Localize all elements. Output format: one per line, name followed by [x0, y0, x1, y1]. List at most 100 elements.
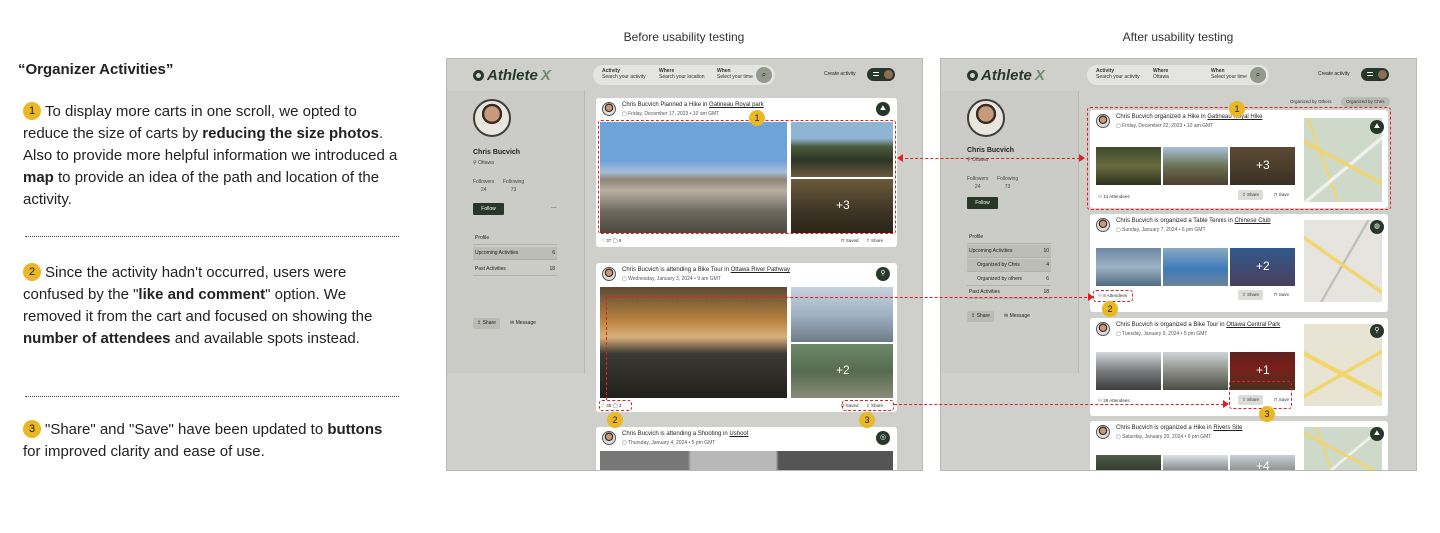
table-tennis-photo[interactable]: [1096, 248, 1161, 286]
connector-line: [894, 404, 1224, 405]
tab-organized-by-chris[interactable]: Organized by Chris: [1341, 97, 1390, 107]
sidebar-item-past[interactable]: Past Activities 18: [473, 263, 557, 276]
card-title: Chris Bucvich is organized a Table Tenni…: [1116, 218, 1271, 224]
bike-icon: ⚲: [876, 267, 890, 281]
divider: [25, 236, 399, 237]
bike-photo[interactable]: [1163, 352, 1228, 390]
follow-button[interactable]: Follow: [967, 197, 998, 209]
card-title: Chris Bucvich is organized a Hike in Riv…: [1116, 425, 1243, 431]
share-link[interactable]: ⇪ Share: [866, 238, 883, 244]
before-screen: Athlete X Activity Search your activity Wh…: [446, 58, 923, 471]
avatar: [1096, 425, 1110, 439]
target-icon: ◎: [876, 431, 890, 445]
search-icon[interactable]: ⌕: [1250, 67, 1266, 83]
river-photo[interactable]: [791, 287, 893, 342]
more-options-icon[interactable]: ...: [551, 203, 557, 210]
number-badge: 3: [23, 420, 41, 438]
create-activity-link[interactable]: Create activity: [824, 71, 856, 77]
message-button[interactable]: ✉ Message: [1000, 311, 1034, 322]
search-bar[interactable]: Activity Search your activity Where Search…: [593, 65, 775, 85]
card-title: Chris Bucvich is attending a Shooting in…: [622, 431, 749, 437]
activity-card[interactable]: Chris Bucvich is attending a Shooting in…: [596, 427, 897, 470]
account-menu[interactable]: [867, 68, 895, 81]
card-date: ▢ Sunday, January 7, 2024 • 6 pm GMT: [1116, 227, 1206, 233]
table-tennis-icon: ◍: [1370, 220, 1384, 234]
share-profile-button[interactable]: ⇪ Share: [473, 318, 500, 329]
card-title: Chris Bucvich Planned a Hike in Gatineau…: [622, 102, 764, 108]
profile-location: ⚲ Ottawa: [473, 160, 494, 166]
sidebar-item-organized-by-others[interactable]: Organized by others 6: [967, 273, 1051, 286]
avatar: [602, 102, 616, 116]
sidebar-item-upcoming[interactable]: Upcoming Activities 6: [473, 247, 557, 260]
like-count[interactable]: ♡ 37 ◯ 8: [601, 238, 621, 244]
annotation-box: [842, 400, 894, 411]
logo-icon: [473, 70, 484, 81]
table-tennis-photo[interactable]: +2: [1230, 248, 1295, 286]
activity-card[interactable]: Chris Bucvich is attending a Bike Tour i…: [596, 263, 897, 412]
note-1: 1 To display more carts in one scroll, we…: [23, 102, 398, 208]
top-bar: Athlete X Activity Search your activity Wh…: [941, 59, 1416, 91]
share-button[interactable]: ⇪ Share: [1238, 290, 1264, 300]
follow-button[interactable]: Follow: [473, 203, 504, 215]
bike-photo[interactable]: [1096, 352, 1161, 390]
connector-line: [606, 297, 1092, 298]
menu-icon: [873, 72, 879, 76]
profile-avatar: [967, 99, 1005, 137]
avatar: [1096, 322, 1110, 336]
after-title: After usability testing: [1122, 30, 1234, 44]
sidebar-item-organized-by-chris[interactable]: Organized by Chris 4: [967, 259, 1051, 272]
logo[interactable]: Athlete X: [473, 67, 551, 84]
annotation-box: [1093, 290, 1133, 302]
card-title: Chris Bucvich is attending a Bike Tour i…: [622, 267, 790, 273]
profile-sidebar: Chris Bucvich ⚲ Ottawa Followers 24 Follo…: [447, 91, 585, 373]
route-map[interactable]: [1304, 220, 1382, 302]
sidebar-item-upcoming[interactable]: Upcoming Activities 10: [967, 245, 1051, 258]
saved-link[interactable]: ⊓ Saved: [841, 238, 859, 244]
arrow-icon: [1079, 154, 1085, 162]
avatar: [1096, 218, 1110, 232]
note-3: 3 "Share" and "Save" have been updated to…: [23, 420, 383, 460]
logo-icon: [967, 70, 978, 81]
top-bar: Athlete X Activity Search your activity Wh…: [447, 59, 922, 91]
create-activity-link[interactable]: Create activity: [1318, 71, 1350, 77]
annotation-box: [1087, 107, 1391, 210]
route-map[interactable]: [1304, 324, 1382, 406]
note-2: 2 Since the activity hadn't occurred, use…: [23, 263, 373, 347]
shooting-photo[interactable]: [600, 451, 893, 470]
bike-photo[interactable]: [600, 287, 787, 398]
card-date: ▢ Tuesday, January 9, 2024 • 5 pm GMT: [1116, 331, 1208, 337]
sidebar-item-profile[interactable]: Profile: [967, 231, 1051, 244]
followers-stat: Followers 24: [473, 179, 495, 193]
marker-3: 3: [859, 412, 875, 428]
annotation-box: [599, 400, 632, 411]
share-profile-button[interactable]: ⇪ Share: [967, 311, 994, 322]
avatar: [1378, 70, 1387, 79]
hike-icon: ⛰: [1370, 427, 1384, 441]
save-button[interactable]: ⊓ Save: [1270, 290, 1293, 300]
profile-avatar: [473, 99, 511, 137]
avatar: [884, 70, 893, 79]
search-icon[interactable]: ⌕: [756, 67, 772, 83]
hike-photo[interactable]: +4: [1230, 455, 1295, 470]
sidebar-item-profile[interactable]: Profile: [473, 232, 557, 245]
hike-photo[interactable]: [1163, 455, 1228, 470]
activity-card[interactable]: Chris Bucvich is organized a Hike in Riv…: [1090, 421, 1388, 470]
card-date: ▢ Wednesday, January 3, 2024 • 9 am GMT: [622, 276, 721, 282]
annotation-box: [1229, 381, 1292, 409]
marker-3: 3: [1259, 406, 1275, 422]
logo[interactable]: Athlete X: [967, 67, 1045, 84]
table-tennis-photo[interactable]: [1163, 248, 1228, 286]
marker-1: 1: [749, 110, 765, 126]
tab-organized-by-others[interactable]: Organized by Others: [1285, 97, 1337, 107]
marker-2: 2: [1102, 301, 1118, 317]
hike-photo[interactable]: [1096, 455, 1161, 470]
activity-card[interactable]: Chris Bucvich is organized a Table Tenni…: [1090, 214, 1388, 312]
after-screen: Athlete X Activity Search your activity Wh…: [940, 58, 1417, 471]
card-date: ▢ Thursday, January 4, 2024 • 5 pm GMT: [622, 440, 716, 446]
hike-icon: ⛰: [876, 102, 890, 116]
message-button[interactable]: ✉ Message: [506, 318, 540, 329]
cyclists-photo[interactable]: +2: [791, 344, 893, 398]
search-bar[interactable]: Activity Search your activity Where Ottawa…: [1087, 65, 1269, 85]
account-menu[interactable]: [1361, 68, 1389, 81]
followers-stat: Followers 24: [967, 176, 989, 190]
